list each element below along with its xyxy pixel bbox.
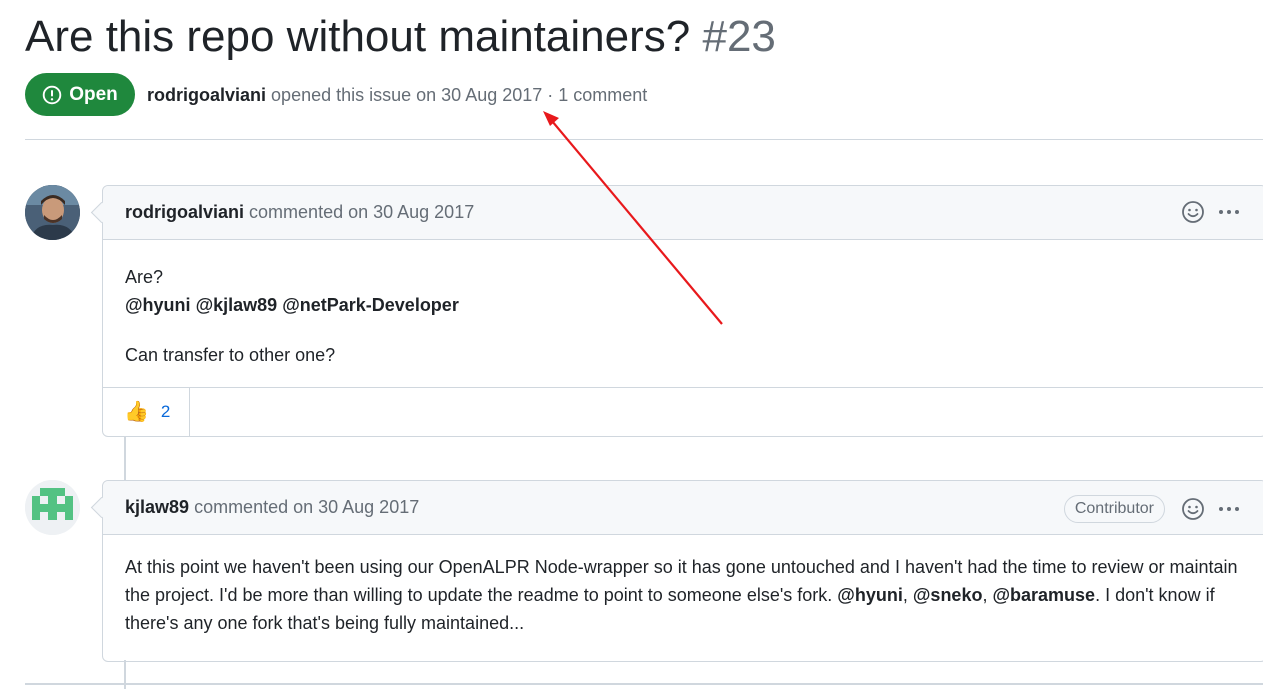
mention-link[interactable]: @netPark-Developer	[282, 295, 459, 315]
comment-header: rodrigoalviani commented on 30 Aug 2017	[103, 186, 1263, 240]
contributor-badge: Contributor	[1063, 495, 1165, 523]
comment-card: rodrigoalviani commented on 30 Aug 2017 …	[102, 185, 1263, 437]
comment-body: Are? @hyuni @kjlaw89 @netPark-Developer …	[103, 240, 1263, 369]
timeline-bottom-divider	[25, 683, 1263, 685]
header-divider	[25, 139, 1263, 140]
reaction-count: 2	[160, 402, 171, 421]
issue-author-link[interactable]: rodrigoalviani	[147, 85, 266, 105]
comment-text: Are?	[125, 267, 164, 287]
comment-author-link[interactable]: rodrigoalviani	[125, 202, 244, 222]
reaction-thumbs-up[interactable]: 👍 2	[103, 388, 190, 436]
comment-header: kjlaw89 commented on 30 Aug 2017 Contrib…	[103, 481, 1263, 535]
comment-actions: Contributor	[1063, 495, 1239, 523]
avatar-photo	[25, 185, 80, 240]
comment-text: ,	[982, 585, 993, 605]
issue-state-label: Open	[69, 83, 118, 105]
comment-text: Can transfer to other one?	[125, 345, 336, 365]
issue-opened-icon	[42, 85, 62, 104]
comment-author-link[interactable]: kjlaw89	[125, 497, 189, 517]
timeline-connector	[124, 436, 126, 480]
thumbs-up-icon: 👍	[124, 401, 149, 423]
mention-link[interactable]: @hyuni	[125, 295, 191, 315]
comment-byline: rodrigoalviani commented on 30 Aug 2017	[125, 202, 474, 223]
issue-meta-text: opened this issue on 30 Aug 2017 · 1 com…	[271, 85, 648, 105]
mention-link[interactable]: @kjlaw89	[196, 295, 278, 315]
issue-number: #23	[702, 12, 776, 61]
issue-meta: rodrigoalviani opened this issue on 30 A…	[147, 85, 647, 106]
kebab-horizontal-icon[interactable]	[1219, 200, 1239, 224]
kebab-horizontal-icon[interactable]	[1219, 497, 1239, 521]
comment-paragraph: At this point we haven't been using our …	[125, 553, 1244, 637]
avatar-rodrigoalviani[interactable]	[25, 185, 80, 240]
comment-actions	[1181, 200, 1239, 224]
smiley-icon[interactable]	[1181, 200, 1205, 224]
annotation-arrow-head	[543, 111, 559, 126]
avatar-kjlaw89[interactable]	[25, 480, 80, 535]
mention-link[interactable]: @sneko	[913, 585, 983, 605]
comment-text: ,	[902, 585, 913, 605]
mention-link[interactable]: @hyuni	[837, 585, 903, 605]
mention-link[interactable]: @baramuse	[992, 585, 1095, 605]
smiley-icon[interactable]	[1181, 497, 1205, 521]
comment-byline: kjlaw89 commented on 30 Aug 2017	[125, 497, 419, 518]
comment-body: At this point we haven't been using our …	[103, 535, 1263, 637]
issue-title: Are this repo without maintainers? #23	[25, 10, 776, 64]
comment-timestamp[interactable]: commented on 30 Aug 2017	[194, 497, 419, 517]
reactions-bar: 👍 2	[103, 387, 1263, 436]
comment-card: kjlaw89 commented on 30 Aug 2017 Contrib…	[102, 480, 1263, 662]
comment-line: Are? @hyuni @kjlaw89 @netPark-Developer	[125, 263, 1244, 319]
issue-title-text: Are this repo without maintainers?	[25, 12, 691, 61]
issue-state-badge: Open	[25, 73, 135, 116]
identicon	[25, 480, 80, 535]
comment-timestamp[interactable]: commented on 30 Aug 2017	[249, 202, 474, 222]
